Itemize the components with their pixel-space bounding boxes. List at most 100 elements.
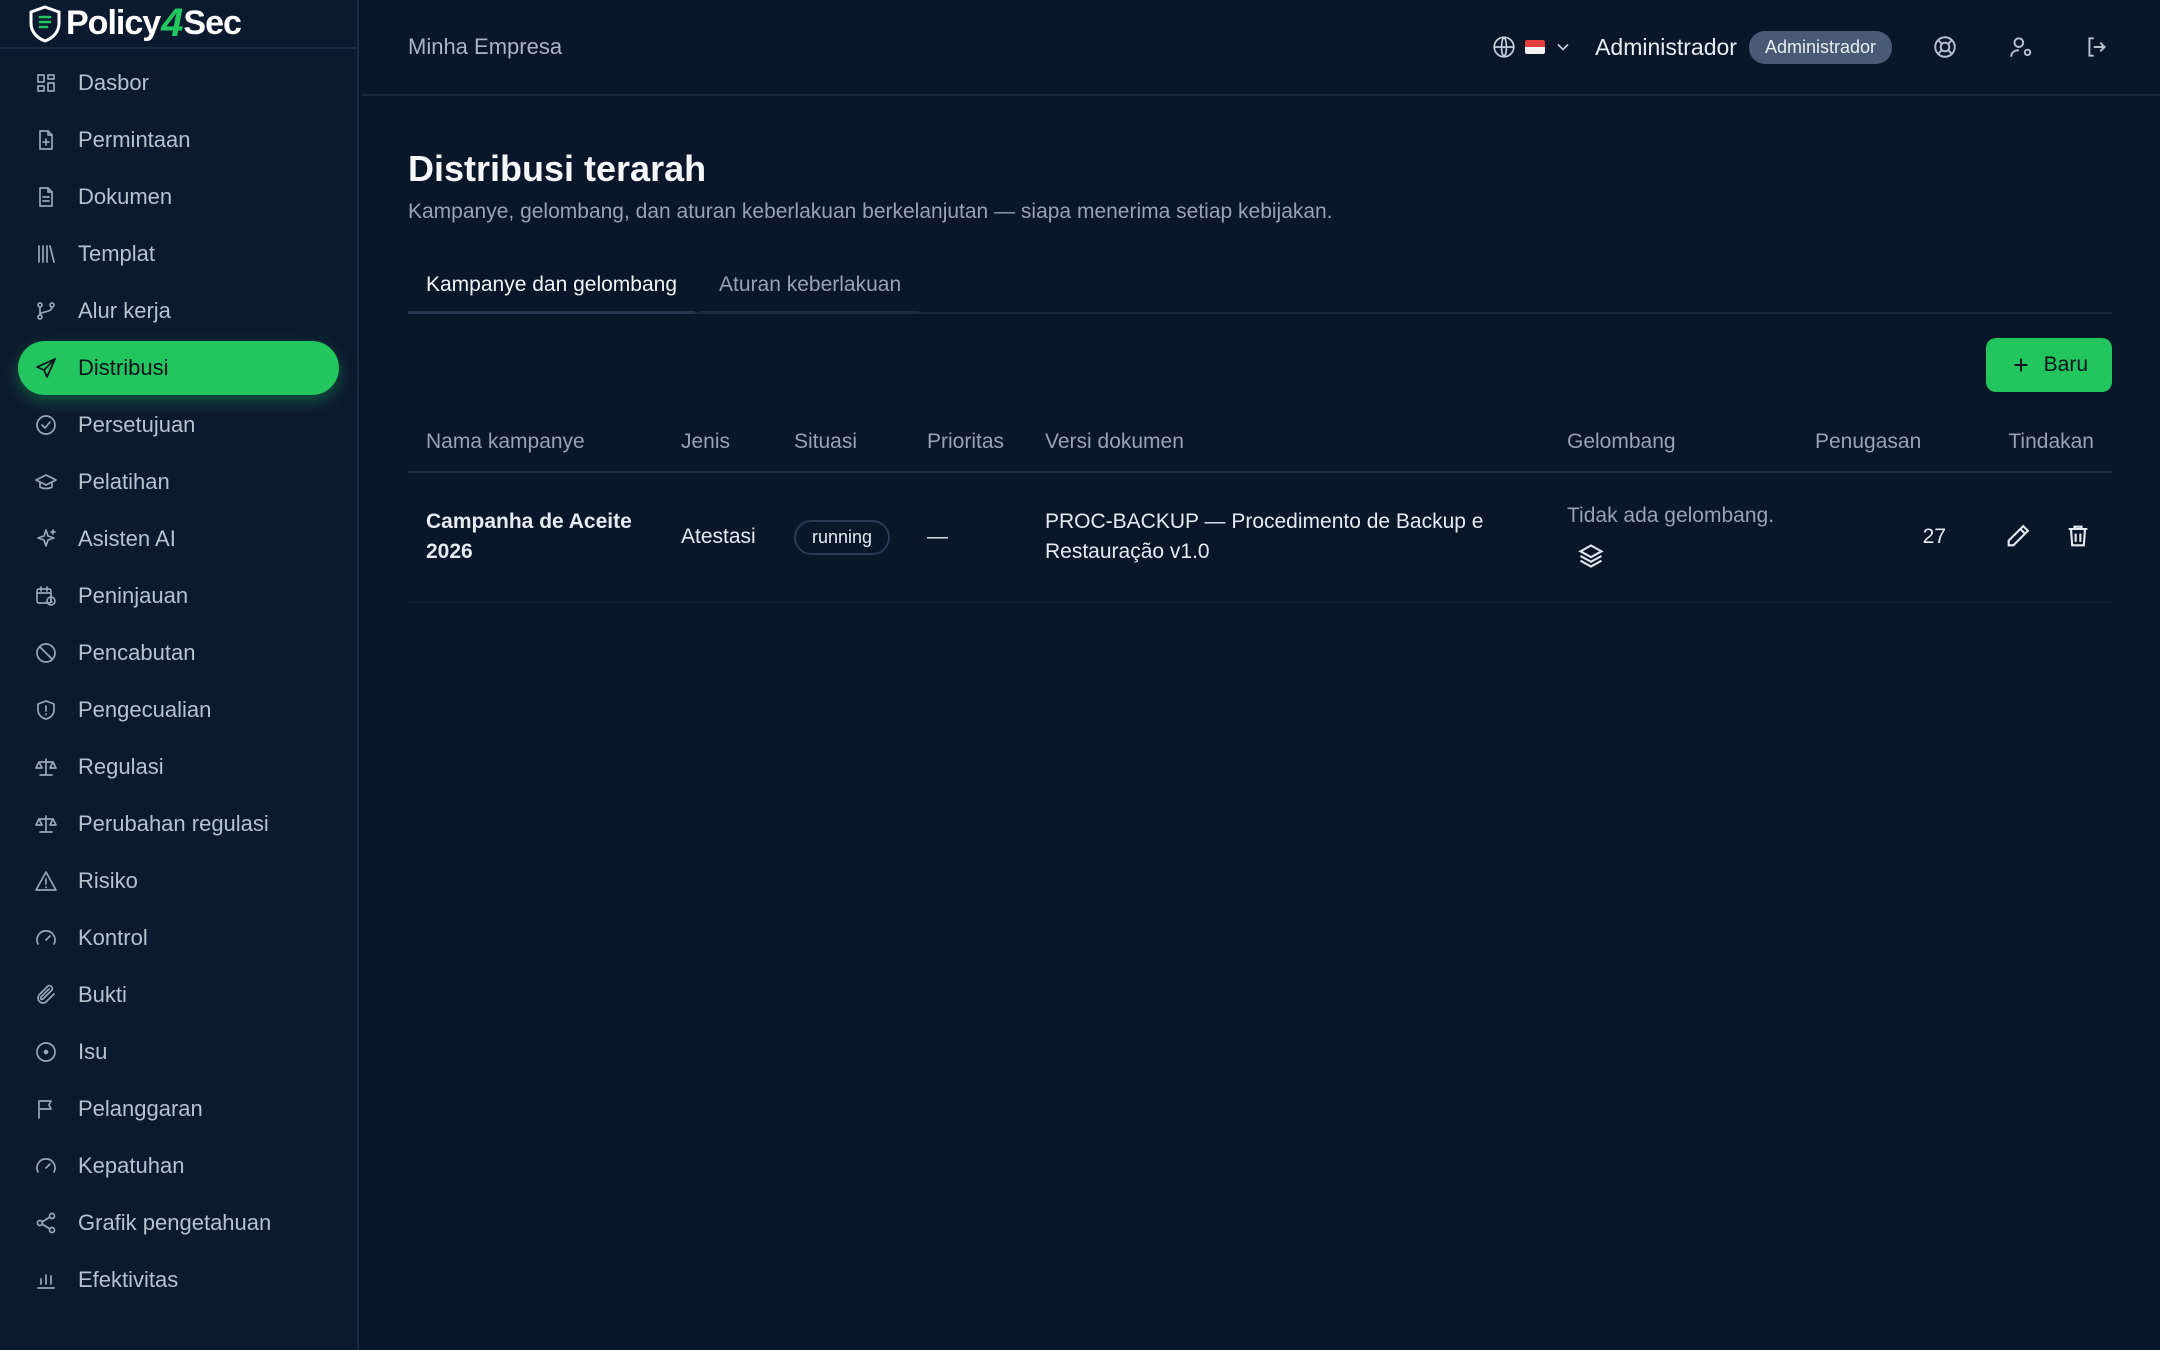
user-cog-icon bbox=[2010, 37, 2032, 57]
gauge-icon bbox=[34, 926, 58, 950]
send-icon bbox=[34, 356, 58, 380]
library-icon bbox=[34, 242, 58, 266]
calendar-clock-icon bbox=[34, 584, 58, 608]
ban-icon bbox=[34, 641, 58, 665]
language-selector[interactable] bbox=[1491, 34, 1573, 60]
sidebar-item-kontrol[interactable]: Kontrol bbox=[18, 911, 339, 965]
file-plus-icon bbox=[34, 128, 58, 152]
sidebar-item-label: Kontrol bbox=[78, 925, 148, 950]
sidebar-item-dasbor[interactable]: Dasbor bbox=[18, 56, 339, 110]
sidebar-item-label: Regulasi bbox=[78, 754, 164, 779]
sidebar-item-label: Kepatuhan bbox=[78, 1153, 185, 1178]
profile-settings-button[interactable] bbox=[1998, 24, 2044, 70]
sidebar-item-permintaan[interactable]: Permintaan bbox=[18, 113, 339, 167]
col-status[interactable]: Situasi bbox=[776, 412, 909, 473]
campaign-doc-version: PROC-BACKUP — Procedimento de Backup e R… bbox=[1027, 472, 1549, 603]
logout-button[interactable] bbox=[2074, 24, 2120, 70]
toolbar: Baru bbox=[408, 338, 2112, 392]
campaign-waves-cell: Tidak ada gelombang. bbox=[1549, 472, 1797, 603]
col-campaign-name[interactable]: Nama kampanye bbox=[408, 412, 663, 473]
pencil-icon bbox=[2007, 524, 2030, 547]
check-circle-icon bbox=[34, 413, 58, 437]
sidebar-item-regulasi[interactable]: Regulasi bbox=[18, 740, 339, 794]
page-subtitle: Kampanye, gelombang, dan aturan keberlak… bbox=[408, 200, 1333, 223]
help-button[interactable] bbox=[1922, 24, 1968, 70]
sidebar-item-templat[interactable]: Templat bbox=[18, 227, 339, 281]
logo-part-four: 4 bbox=[161, 1, 183, 45]
sidebar-item-persetujuan[interactable]: Persetujuan bbox=[18, 398, 339, 452]
trash-icon bbox=[2068, 525, 2088, 547]
sidebar-item-alur-kerja[interactable]: Alur kerja bbox=[18, 284, 339, 338]
tab-applicability-rules[interactable]: Aturan keberlakuan bbox=[701, 258, 920, 314]
share-icon bbox=[34, 1211, 58, 1235]
flag-indonesia-icon bbox=[1525, 40, 1546, 54]
sidebar-item-pengecualian[interactable]: Pengecualian bbox=[18, 683, 339, 737]
sidebar-item-efektivitas[interactable]: Efektivitas bbox=[18, 1253, 339, 1307]
dot-circle-icon bbox=[34, 1040, 58, 1064]
sidebar-item-risiko[interactable]: Risiko bbox=[18, 854, 339, 908]
sidebar-item-label: Dasbor bbox=[78, 70, 149, 95]
col-assignments[interactable]: Penugasan bbox=[1797, 412, 1964, 473]
table-row[interactable]: Campanha de Aceite 2026 Atestasi running… bbox=[408, 472, 2112, 603]
logout-icon bbox=[2088, 37, 2106, 57]
sidebar-item-pelatihan[interactable]: Pelatihan bbox=[18, 455, 339, 509]
gauge-icon bbox=[34, 1154, 58, 1178]
sparkles-icon bbox=[34, 527, 58, 551]
col-document-version[interactable]: Versi dokumen bbox=[1027, 412, 1549, 473]
warning-triangle-icon bbox=[34, 869, 58, 893]
sidebar-item-label: Pencabutan bbox=[78, 640, 196, 665]
sidebar-item-pelanggaran[interactable]: Pelanggaran bbox=[18, 1082, 339, 1136]
campaign-priority: — bbox=[909, 472, 1027, 603]
shield-alert-icon bbox=[34, 698, 58, 722]
campaign-actions-cell bbox=[1964, 472, 2112, 603]
sidebar-item-isu[interactable]: Isu bbox=[18, 1025, 339, 1079]
col-actions: Tindakan bbox=[1964, 412, 2112, 473]
sidebar-item-label: Pengecualian bbox=[78, 697, 212, 722]
top-header: Minha Empresa Administrador Administrado… bbox=[361, 0, 2160, 96]
lifebuoy-icon bbox=[1934, 36, 1956, 58]
org-name[interactable]: Minha Empresa bbox=[408, 34, 562, 60]
campaign-assignments: 27 bbox=[1797, 472, 1964, 603]
col-waves[interactable]: Gelombang bbox=[1549, 412, 1797, 473]
tab-campaigns-waves[interactable]: Kampanye dan gelombang bbox=[408, 258, 696, 314]
sidebar-item-label: Persetujuan bbox=[78, 412, 196, 437]
main-content: Distribusi terarah Kampanye, gelombang, … bbox=[408, 96, 2112, 603]
sidebar-item-label: Templat bbox=[78, 241, 156, 266]
sidebar-item-kepatuhan[interactable]: Kepatuhan bbox=[18, 1139, 339, 1193]
sidebar-item-dokumen[interactable]: Dokumen bbox=[18, 170, 339, 224]
scale-icon bbox=[34, 812, 58, 836]
sidebar-item-asisten-ai[interactable]: Asisten AI bbox=[18, 512, 339, 566]
campaign-type: Atestasi bbox=[663, 472, 776, 603]
waves-empty-text: Tidak ada gelombang. bbox=[1567, 504, 1775, 527]
sidebar-item-bukti[interactable]: Bukti bbox=[18, 968, 339, 1022]
sidebar-item-label: Alur kerja bbox=[78, 298, 171, 323]
campaign-name[interactable]: Campanha de Aceite 2026 bbox=[408, 472, 663, 603]
new-campaign-button[interactable]: Baru bbox=[1985, 338, 2112, 392]
flag-icon bbox=[34, 1097, 58, 1121]
sidebar-item-distribusi[interactable]: Distribusi bbox=[18, 341, 339, 395]
edit-button[interactable] bbox=[2004, 522, 2034, 552]
sidebar-item-pencabutan[interactable]: Pencabutan bbox=[18, 626, 339, 680]
app-logo[interactable]: Policy 4 Sec bbox=[0, 0, 357, 49]
role-badge: Administrador bbox=[1748, 30, 1892, 64]
new-button-label: Baru bbox=[2043, 353, 2088, 376]
sidebar-item-label: Bukti bbox=[78, 982, 127, 1007]
sidebar-item-grafik-pengetahuan[interactable]: Grafik pengetahuan bbox=[18, 1196, 339, 1250]
sidebar-item-perubahan-regulasi[interactable]: Perubahan regulasi bbox=[18, 797, 339, 851]
sidebar-item-label: Grafik pengetahuan bbox=[78, 1210, 272, 1235]
sidebar-item-label: Perubahan regulasi bbox=[78, 811, 269, 836]
delete-button[interactable] bbox=[2064, 522, 2094, 552]
sidebar-item-label: Efektivitas bbox=[78, 1267, 179, 1292]
scale-icon bbox=[34, 755, 58, 779]
sidebar-item-label: Distribusi bbox=[78, 355, 169, 380]
logo-part-policy: Policy bbox=[66, 4, 161, 42]
col-type[interactable]: Jenis bbox=[663, 412, 776, 473]
sidebar-item-peninjauan[interactable]: Peninjauan bbox=[18, 569, 339, 623]
table-header-row: Nama kampanye Jenis Situasi Prioritas Ve… bbox=[408, 412, 2112, 473]
status-badge: running bbox=[794, 519, 891, 555]
sidebar: Policy 4 Sec Dasbor Permintaan Dokumen Templa… bbox=[0, 0, 359, 1350]
app-logo-text: Policy 4 Sec bbox=[66, 1, 242, 46]
col-priority[interactable]: Prioritas bbox=[909, 412, 1027, 473]
layers-icon[interactable] bbox=[1577, 542, 1605, 570]
paperclip-icon bbox=[34, 983, 58, 1007]
